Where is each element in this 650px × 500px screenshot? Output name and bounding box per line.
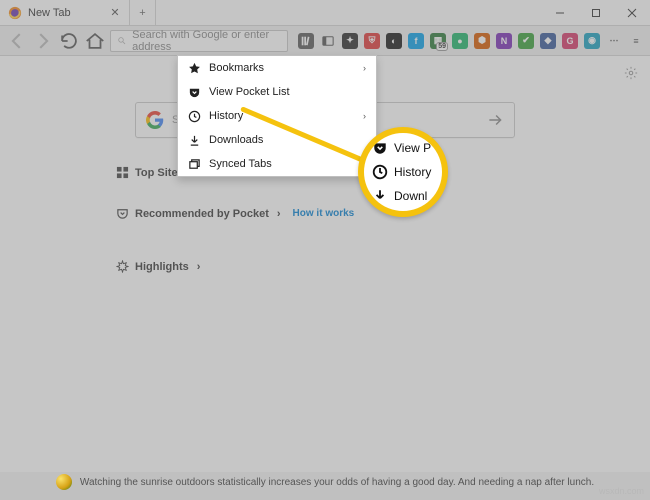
clock-icon <box>372 164 388 180</box>
library-menu: Bookmarks › View Pocket List History › D… <box>177 55 377 177</box>
chevron-right-icon: › <box>277 208 281 220</box>
library-button[interactable] <box>298 33 314 49</box>
menu-item-downloads[interactable]: Downloads <box>178 128 376 152</box>
extension-icon[interactable]: N <box>496 33 512 49</box>
customize-gear-icon[interactable] <box>624 66 638 83</box>
reload-button[interactable] <box>58 30 80 52</box>
new-tab-button[interactable]: + <box>130 0 156 25</box>
snippet-bar: Watching the sunrise outdoors statistica… <box>0 470 650 494</box>
titlebar: New Tab ✕ + <box>0 0 650 26</box>
search-icon <box>117 35 126 46</box>
tab-new-tab[interactable]: New Tab ✕ <box>0 0 130 25</box>
callout-row: View P <box>364 136 442 160</box>
extension-icon[interactable]: G <box>562 33 578 49</box>
download-icon <box>188 134 201 147</box>
download-icon <box>372 188 388 204</box>
extension-icon[interactable]: ◉ <box>584 33 600 49</box>
highlights-section[interactable]: Highlights › <box>116 260 650 273</box>
url-bar[interactable]: Search with Google or enter address <box>110 30 288 52</box>
chevron-right-icon: › <box>197 261 201 273</box>
window-maximize-button[interactable] <box>578 0 614 25</box>
firefox-icon <box>8 6 22 20</box>
extension-icon[interactable]: ◆ <box>540 33 556 49</box>
snippet-icon <box>56 474 72 490</box>
pocket-icon <box>116 207 129 220</box>
callout-row-history: History <box>364 160 442 184</box>
submenu-arrow-icon: › <box>363 63 366 73</box>
extension-icon[interactable]: ⋯ <box>606 33 622 49</box>
google-icon <box>146 111 164 129</box>
extension-icon[interactable]: ▦59 <box>430 33 446 49</box>
url-placeholder: Search with Google or enter address <box>132 29 281 53</box>
back-button[interactable] <box>6 30 28 52</box>
extension-icon[interactable]: ⬢ <box>474 33 490 49</box>
window-minimize-button[interactable] <box>542 0 578 25</box>
extension-icon[interactable]: ✔ <box>518 33 534 49</box>
callout-row: Downl <box>364 184 442 208</box>
sidebar-button[interactable] <box>320 33 336 49</box>
extension-icon[interactable]: ⛨ <box>364 33 380 49</box>
extension-icon[interactable]: ✦ <box>342 33 358 49</box>
menu-item-bookmarks[interactable]: Bookmarks › <box>178 56 376 80</box>
pocket-icon <box>372 140 388 156</box>
watermark: wsxdn.com <box>599 486 644 496</box>
browser-window: New Tab ✕ + Search with Google or enter … <box>0 0 650 500</box>
tabs-icon <box>188 158 201 171</box>
star-icon <box>188 62 201 75</box>
menu-button[interactable]: ≡ <box>628 33 644 49</box>
extension-icon[interactable]: f <box>408 33 424 49</box>
snippet-text: Watching the sunrise outdoors statistica… <box>80 477 594 488</box>
toolbar: Search with Google or enter address ✦ ⛨ … <box>0 26 650 56</box>
search-go-icon[interactable] <box>486 111 504 129</box>
grid-icon <box>116 166 129 179</box>
forward-button[interactable] <box>32 30 54 52</box>
tab-close-icon[interactable]: ✕ <box>109 7 121 19</box>
menu-item-pocket[interactable]: View Pocket List <box>178 80 376 104</box>
tab-label: New Tab <box>28 7 103 19</box>
toolbar-extensions: ✦ ⛨ ◐ f ▦59 ● ⬢ N ✔ ◆ G ◉ ⋯ ≡ <box>298 33 644 49</box>
extension-icon[interactable]: ● <box>452 33 468 49</box>
how-it-works-link[interactable]: How it works <box>293 208 355 219</box>
extension-icon[interactable]: ◐ <box>386 33 402 49</box>
home-button[interactable] <box>84 30 106 52</box>
clock-icon <box>188 110 201 123</box>
submenu-arrow-icon: › <box>363 111 366 121</box>
callout-magnifier: View P History Downl <box>358 127 448 217</box>
window-close-button[interactable] <box>614 0 650 25</box>
pocket-icon <box>188 86 201 99</box>
highlights-icon <box>116 260 129 273</box>
